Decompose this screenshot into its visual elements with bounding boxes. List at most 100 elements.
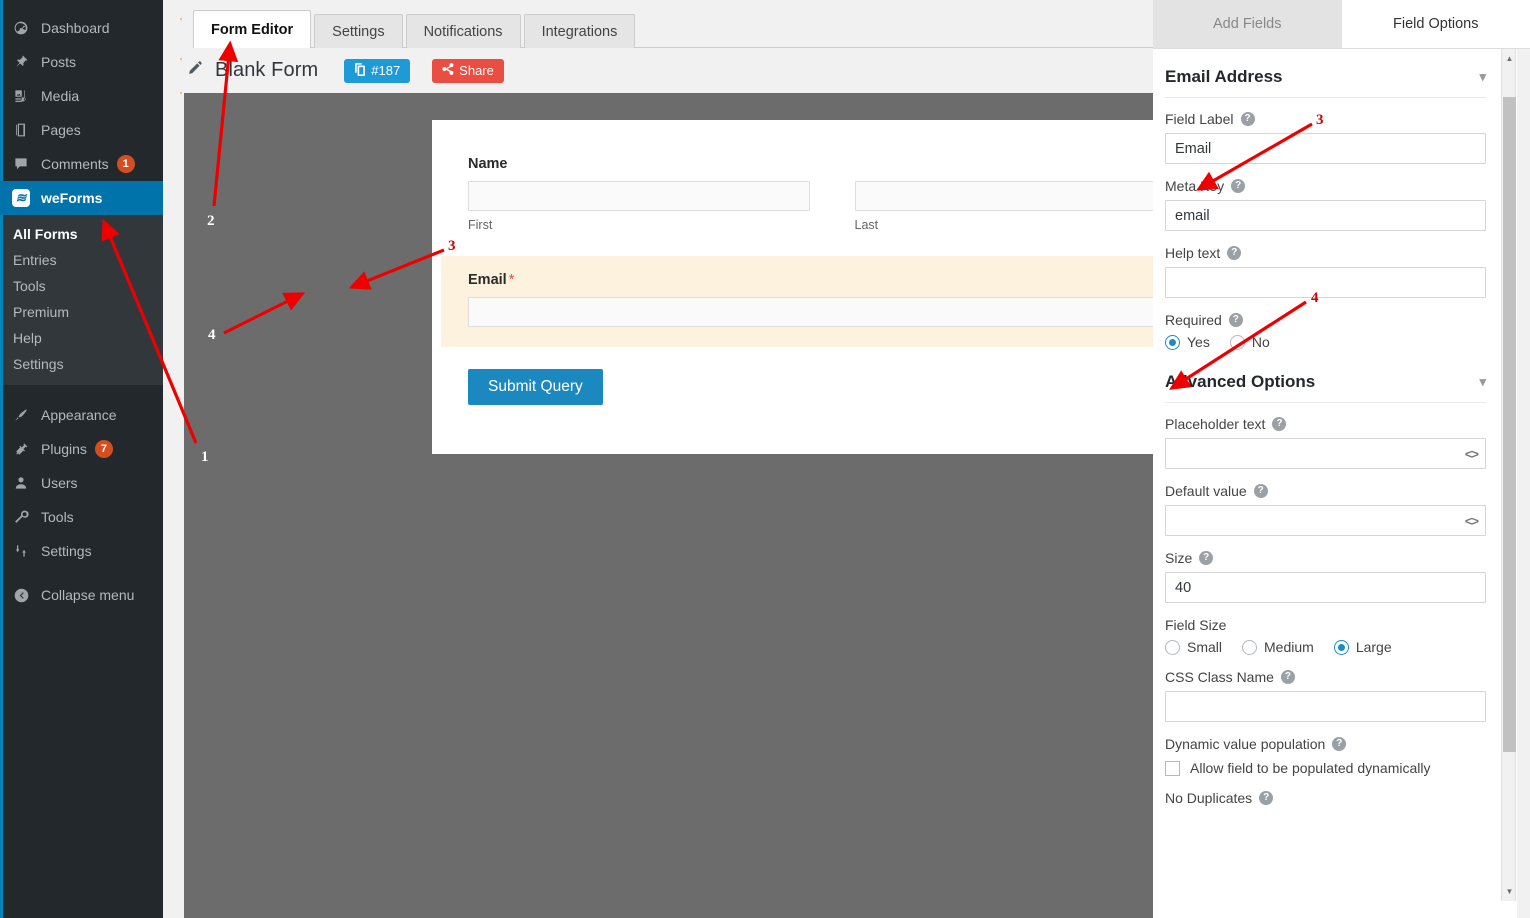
section-header-advanced-options[interactable]: Advanced Options ▾	[1165, 366, 1486, 403]
sidebar-item-appearance[interactable]: Appearance	[0, 398, 163, 432]
first-name-input[interactable]	[468, 181, 810, 211]
sidebar-item-weforms[interactable]: ≋ weForms	[0, 181, 163, 215]
share-button[interactable]: Share	[432, 59, 504, 83]
radio-indicator[interactable]	[1334, 640, 1349, 655]
code-icon[interactable]: <>	[1465, 513, 1478, 528]
submenu-item-entries[interactable]: Entries	[0, 247, 163, 273]
editor-tabs: Form Editor Settings Notifications Integ…	[193, 10, 638, 48]
meta-key-text: Meta Key	[1165, 178, 1224, 194]
sidebar-divider	[0, 385, 163, 394]
tab-notifications[interactable]: Notifications	[406, 14, 521, 48]
submenu-item-help[interactable]: Help	[0, 325, 163, 351]
required-radio-yes[interactable]: Yes	[1165, 334, 1210, 350]
submenu-item-premium[interactable]: Premium	[0, 299, 163, 325]
tab-label: Notifications	[424, 24, 503, 40]
question-icon[interactable]: ?	[1259, 791, 1273, 805]
sidebar-item-comments[interactable]: Comments 1	[0, 147, 163, 181]
sidebar-item-dashboard[interactable]: Dashboard	[0, 11, 163, 45]
field-name-first[interactable]: First	[468, 181, 810, 232]
tab-integrations[interactable]: Integrations	[524, 14, 636, 48]
radio-indicator[interactable]	[1165, 640, 1180, 655]
radio-indicator[interactable]	[1165, 335, 1180, 350]
radio-indicator[interactable]	[1242, 640, 1257, 655]
placeholder-text-input[interactable]	[1165, 438, 1486, 469]
sidebar-item-settings[interactable]: Settings	[0, 534, 163, 568]
pencil-icon[interactable]	[187, 60, 203, 81]
no-duplicates-caption: No Duplicates ?	[1165, 790, 1486, 806]
sidebar-item-users[interactable]: Users	[0, 466, 163, 500]
collapse-menu-button[interactable]: Collapse menu	[0, 578, 163, 612]
form-canvas: Name First Last	[184, 93, 1316, 918]
last-name-input[interactable]	[855, 181, 1197, 211]
question-icon[interactable]: ?	[1272, 417, 1286, 431]
radio-indicator[interactable]	[1230, 335, 1245, 350]
form-id-badge[interactable]: #187	[344, 59, 410, 83]
sidebar-item-posts[interactable]: Posts	[0, 45, 163, 79]
checkbox-label: Allow field to be populated dynamically	[1190, 760, 1430, 776]
sidebar-item-plugins[interactable]: Plugins 7	[0, 432, 163, 466]
question-icon[interactable]: ?	[1227, 246, 1241, 260]
panel-scrollbar[interactable]: ▲ ▼	[1501, 49, 1516, 901]
code-icon[interactable]: <>	[1465, 446, 1478, 461]
field-email-selected[interactable]: Email*	[441, 256, 1223, 347]
caret-down-icon[interactable]: ▼	[1502, 884, 1517, 899]
question-icon[interactable]: ?	[1231, 179, 1245, 193]
field-name[interactable]: Name First Last	[432, 120, 1232, 232]
required-radio-no[interactable]: No	[1230, 334, 1270, 350]
dynamic-populate-checkbox-row[interactable]: Allow field to be populated dynamically	[1165, 760, 1486, 776]
checkbox-indicator[interactable]	[1165, 761, 1180, 776]
sidebar-item-label: Settings	[41, 543, 92, 559]
size-input[interactable]	[1165, 572, 1486, 603]
panel-scrollbar-thumb[interactable]	[1503, 97, 1516, 752]
submenu-item-label: Premium	[13, 304, 69, 320]
tab-field-options[interactable]: Field Options	[1342, 0, 1530, 48]
plug-icon	[11, 439, 31, 459]
submenu-item-label: Settings	[13, 356, 64, 372]
radio-label: Large	[1356, 639, 1392, 655]
default-value-input[interactable]	[1165, 505, 1486, 536]
field-name-last[interactable]: Last	[855, 181, 1197, 232]
css-class-name-input[interactable]	[1165, 691, 1486, 722]
submit-query-button[interactable]: Submit Query	[468, 369, 603, 405]
share-icon	[442, 63, 454, 78]
field-label-input[interactable]	[1165, 133, 1486, 164]
sidebar-item-tools[interactable]: Tools	[0, 500, 163, 534]
email-input[interactable]	[468, 297, 1162, 327]
submenu-item-label: Help	[13, 330, 42, 346]
question-icon[interactable]: ?	[1229, 313, 1243, 327]
tab-settings[interactable]: Settings	[314, 14, 402, 48]
media-icon	[11, 86, 31, 106]
field-size-radio-large[interactable]: Large	[1334, 639, 1392, 655]
meta-key-input[interactable]	[1165, 200, 1486, 231]
tab-form-editor[interactable]: Form Editor	[193, 10, 311, 48]
question-icon[interactable]: ?	[1254, 484, 1268, 498]
submenu-item-all-forms[interactable]: All Forms	[0, 221, 163, 247]
question-icon[interactable]: ?	[1332, 737, 1346, 751]
radio-label: Small	[1187, 639, 1222, 655]
submenu-item-settings[interactable]: Settings	[0, 351, 163, 377]
submenu-item-label: Tools	[13, 278, 46, 294]
chevron-down-icon[interactable]: ▾	[1479, 69, 1486, 85]
question-icon[interactable]: ?	[1241, 112, 1255, 126]
caret-up-icon[interactable]: ▲	[1502, 51, 1517, 66]
question-icon[interactable]: ?	[1281, 670, 1295, 684]
field-size-radio-medium[interactable]: Medium	[1242, 639, 1314, 655]
form-id-label: #187	[371, 63, 400, 78]
submenu-item-label: Entries	[13, 252, 57, 268]
section-header-email-address[interactable]: Email Address ▾	[1165, 61, 1486, 98]
placeholder-text-caption: Placeholder text ?	[1165, 416, 1486, 432]
help-text-input[interactable]	[1165, 267, 1486, 298]
question-icon[interactable]: ?	[1199, 551, 1213, 565]
tab-add-fields[interactable]: Add Fields	[1153, 0, 1342, 48]
placeholder-text-label: Placeholder text	[1165, 416, 1265, 432]
wrench-icon	[11, 507, 31, 527]
wp-admin-sidebar: Dashboard Posts Media Pages Comments	[0, 0, 163, 918]
field-size-radio-small[interactable]: Small	[1165, 639, 1222, 655]
chevron-down-icon[interactable]: ▾	[1479, 374, 1486, 390]
submenu-item-tools[interactable]: Tools	[0, 273, 163, 299]
sidebar-item-media[interactable]: Media	[0, 79, 163, 113]
sidebar-item-pages[interactable]: Pages	[0, 113, 163, 147]
field-group-no-duplicates: No Duplicates ?	[1165, 790, 1486, 806]
sidebar-item-label: Dashboard	[41, 20, 110, 36]
size-caption: Size ?	[1165, 550, 1486, 566]
